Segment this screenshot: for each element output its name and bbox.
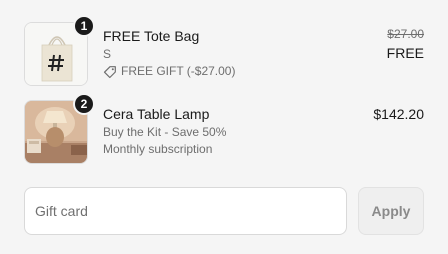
tag-icon — [103, 65, 117, 79]
product-name: FREE Tote Bag — [103, 28, 200, 44]
price-column: $27.00 FREE — [387, 26, 424, 63]
price-column: $142.20 — [373, 104, 424, 124]
original-price: $27.00 — [387, 27, 424, 41]
gift-card-row: Apply — [24, 187, 424, 235]
product-thumbnail-wrap: 2 — [24, 93, 95, 164]
apply-button[interactable]: Apply — [358, 187, 424, 235]
product-thumbnail-wrap: 1 — [24, 15, 95, 86]
cart-item-tote-bag: 1 FREE Tote Bag S FREE GIFT (-$27.00) $2… — [24, 15, 424, 86]
quantity-badge: 1 — [73, 15, 95, 37]
gift-card-input[interactable] — [24, 187, 347, 235]
bundle-offer: Buy the Kit - Save 50% — [103, 125, 227, 139]
discount-line: FREE GIFT (-$27.00) — [103, 63, 235, 80]
subscription-frequency: Monthly subscription — [103, 142, 213, 156]
final-price: FREE — [386, 45, 424, 61]
product-name: Cera Table Lamp — [103, 106, 210, 122]
quantity-badge: 2 — [73, 93, 95, 115]
final-price: $142.20 — [373, 106, 424, 122]
item-info: Cera Table Lamp Buy the Kit - Save 50% M… — [103, 104, 226, 158]
discount-label: FREE GIFT (-$27.00) — [121, 64, 236, 78]
cart-item-table-lamp: 2 Cera Table Lamp Buy the Kit - Save 50%… — [24, 93, 424, 164]
product-variant: S — [103, 47, 112, 61]
item-info: FREE Tote Bag S FREE GIFT (-$27.00) — [103, 26, 235, 80]
